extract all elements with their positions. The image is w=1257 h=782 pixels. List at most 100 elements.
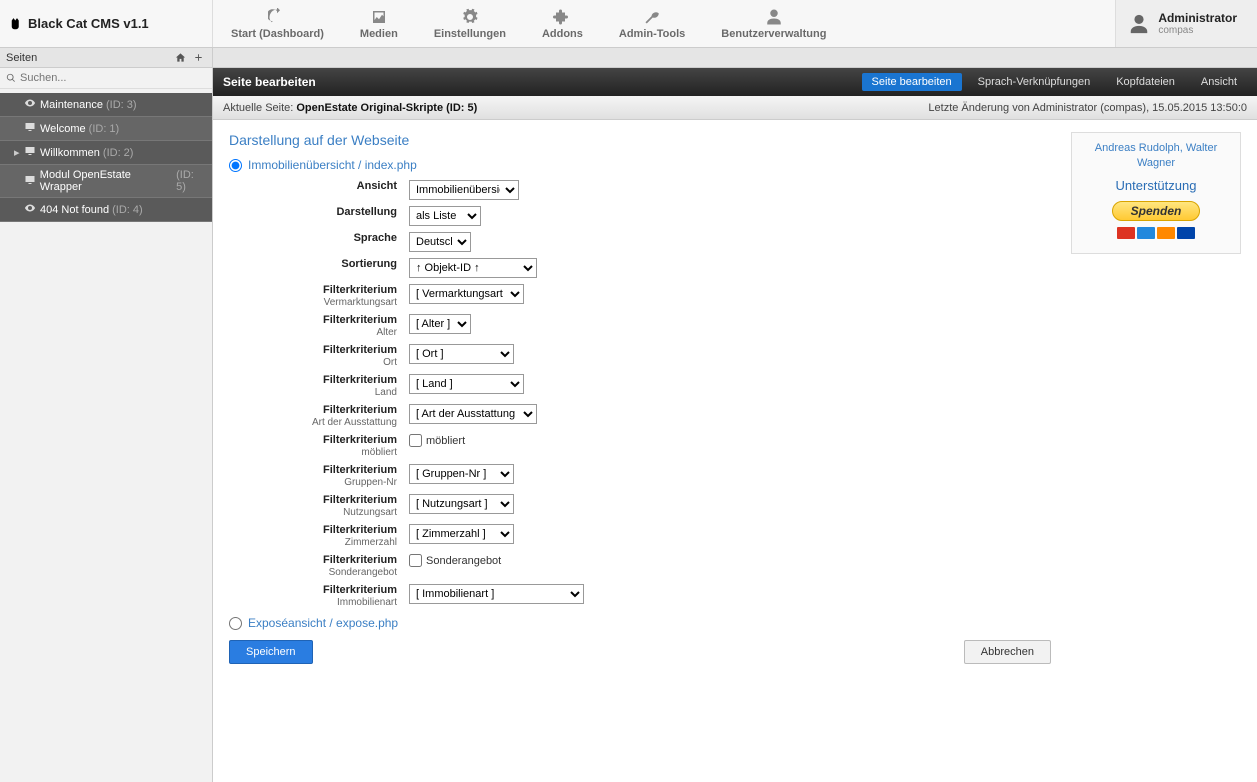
dashboard-icon: [268, 8, 286, 26]
filter-zimm-select[interactable]: [ Zimmerzahl ]: [409, 524, 514, 544]
button-row: Speichern Abbrechen: [229, 640, 1051, 664]
main-panel: Seite bearbeiten Seite bearbeiten Sprach-…: [213, 68, 1257, 782]
card-icon: [1177, 227, 1195, 239]
filter-alter-label: Filterkriterium: [249, 314, 397, 326]
filter-zimm-label: Filterkriterium: [249, 524, 397, 536]
image-icon: [370, 8, 388, 26]
radio-expose-input[interactable]: [229, 617, 242, 630]
screen-icon: [24, 174, 40, 189]
gears-icon: [461, 8, 479, 26]
screen-icon: [24, 145, 40, 160]
add-page-icon[interactable]: [190, 50, 206, 66]
filter-immo-select[interactable]: [ Immobilienart ]: [409, 584, 584, 604]
radio-expose-label: Exposéansicht / expose.php: [248, 616, 398, 630]
last-modified: Letzte Änderung von Administrator (compa…: [928, 102, 1247, 114]
search-input[interactable]: [6, 72, 206, 84]
nav-item-user[interactable]: Benutzerverwaltung: [703, 0, 844, 47]
tab-kopfdateien[interactable]: Kopfdateien: [1106, 73, 1185, 91]
filter-grp-select[interactable]: [ Gruppen-Nr ]: [409, 464, 514, 484]
sidebar-header-label: Seiten: [6, 52, 37, 64]
brand: Black Cat CMS v1.1: [0, 0, 213, 47]
puzzle-icon: [553, 8, 571, 26]
content-left: Darstellung auf der Webseite Immobilienü…: [229, 132, 1051, 770]
nav-item-dashboard[interactable]: Start (Dashboard): [213, 0, 342, 47]
content: Darstellung auf der Webseite Immobilienü…: [213, 120, 1257, 782]
donate-button[interactable]: Spenden: [1112, 201, 1201, 221]
sortierung-label: Sortierung: [249, 258, 397, 270]
radio-index: Immobilienübersicht / index.php: [229, 158, 1051, 172]
tree-item[interactable]: Welcome (ID: 1): [0, 117, 212, 141]
radio-expose: Exposéansicht / expose.php: [229, 616, 1051, 630]
sidebar: Maintenance (ID: 3)Welcome (ID: 1)▸Willk…: [0, 68, 213, 782]
filter-nutz-label: Filterkriterium: [249, 494, 397, 506]
sidebar-header: Seiten: [0, 48, 213, 67]
tree-item[interactable]: Modul OpenEstate Wrapper (ID: 5): [0, 165, 212, 198]
card-icon: [1117, 227, 1135, 239]
cancel-button[interactable]: Abbrechen: [964, 640, 1051, 664]
filter-nutz-select[interactable]: [ Nutzungsart ]: [409, 494, 514, 514]
filter-ausst-label: Filterkriterium: [249, 404, 397, 416]
user-icon: [1128, 13, 1150, 35]
user-icon: [765, 8, 783, 26]
top-header: Black Cat CMS v1.1 Start (Dashboard)Medi…: [0, 0, 1257, 48]
filter-alter-select[interactable]: [ Alter ]: [409, 314, 471, 334]
ansicht-label: Ansicht: [249, 180, 397, 192]
ansicht-select[interactable]: Immobilienübersicht: [409, 180, 519, 200]
card-icon: [1157, 227, 1175, 239]
card-icon: [1137, 227, 1155, 239]
user-name: Administrator: [1158, 11, 1237, 25]
brand-text: Black Cat CMS v1.1: [28, 16, 149, 31]
nav-item-gears[interactable]: Einstellungen: [416, 0, 524, 47]
filter-verm-label: Filterkriterium: [249, 284, 397, 296]
tab-ansicht[interactable]: Ansicht: [1191, 73, 1247, 91]
search-box: [0, 68, 212, 89]
page-tree: Maintenance (ID: 3)Welcome (ID: 1)▸Willk…: [0, 89, 212, 226]
tree-item[interactable]: ▸Willkommen (ID: 2): [0, 141, 212, 165]
right-sidebar: Andreas Rudolph, Walter Wagner Unterstüt…: [1071, 132, 1241, 770]
form-grid: Ansicht Immobilienübersicht Darstellung al…: [249, 180, 1051, 608]
author-box: Andreas Rudolph, Walter Wagner Unterstüt…: [1071, 132, 1241, 254]
sortierung-select[interactable]: ↑ Objekt-ID ↑: [409, 258, 537, 278]
eye-icon: [24, 97, 40, 112]
nav-item-puzzle[interactable]: Addons: [524, 0, 601, 47]
filter-ausst-select[interactable]: [ Art der Ausstattung ]: [409, 404, 537, 424]
filter-ort-select[interactable]: [ Ort ]: [409, 344, 514, 364]
main-layout: Maintenance (ID: 3)Welcome (ID: 1)▸Willk…: [0, 68, 1257, 782]
cat-icon: [10, 17, 24, 31]
filter-moeb-label: Filterkriterium: [249, 434, 397, 446]
sprache-select[interactable]: Deutsch: [409, 232, 471, 252]
breadcrumb-prefix: Aktuelle Seite:: [223, 102, 296, 114]
chevron-right-icon[interactable]: ▸: [14, 146, 24, 159]
filter-sonder-checkbox[interactable]: [409, 554, 422, 567]
section-title: Darstellung auf der Webseite: [229, 132, 1051, 148]
secondary-bar: Seiten: [0, 48, 1257, 68]
save-button[interactable]: Speichern: [229, 640, 313, 664]
nav-item-image[interactable]: Medien: [342, 0, 416, 47]
radio-index-input[interactable]: [229, 159, 242, 172]
radio-index-label: Immobilienübersicht / index.php: [248, 158, 417, 172]
filter-moeb-checkbox[interactable]: [409, 434, 422, 447]
tab-sprach-verkn-pfungen[interactable]: Sprach-Verknüpfungen: [968, 73, 1101, 91]
filter-immo-label: Filterkriterium: [249, 584, 397, 596]
wrench-icon: [643, 8, 661, 26]
payment-cards: [1082, 227, 1230, 239]
nav-item-wrench[interactable]: Admin-Tools: [601, 0, 703, 47]
tree-item[interactable]: 404 Not found (ID: 4): [0, 198, 212, 222]
sprache-label: Sprache: [249, 232, 397, 244]
filter-sonder-label: Filterkriterium: [249, 554, 397, 566]
breadcrumb-bar: Aktuelle Seite: OpenEstate Original-Skri…: [213, 96, 1257, 120]
darstellung-select[interactable]: als Liste: [409, 206, 481, 226]
authors[interactable]: Andreas Rudolph, Walter Wagner: [1082, 141, 1230, 172]
user-block[interactable]: Administrator compas: [1115, 0, 1257, 47]
support-label: Unterstützung: [1082, 178, 1230, 193]
tree-item[interactable]: Maintenance (ID: 3): [0, 93, 212, 117]
eye-icon: [24, 202, 40, 217]
home-icon[interactable]: [172, 50, 188, 66]
darstellung-label: Darstellung: [249, 206, 397, 218]
filter-verm-select[interactable]: [ Vermarktungsart ]: [409, 284, 524, 304]
screen-icon: [24, 121, 40, 136]
page-bar-title: Seite bearbeiten: [223, 75, 316, 89]
tab-seite-bearbeiten[interactable]: Seite bearbeiten: [862, 73, 962, 91]
filter-grp-label: Filterkriterium: [249, 464, 397, 476]
filter-land-select[interactable]: [ Land ]: [409, 374, 524, 394]
